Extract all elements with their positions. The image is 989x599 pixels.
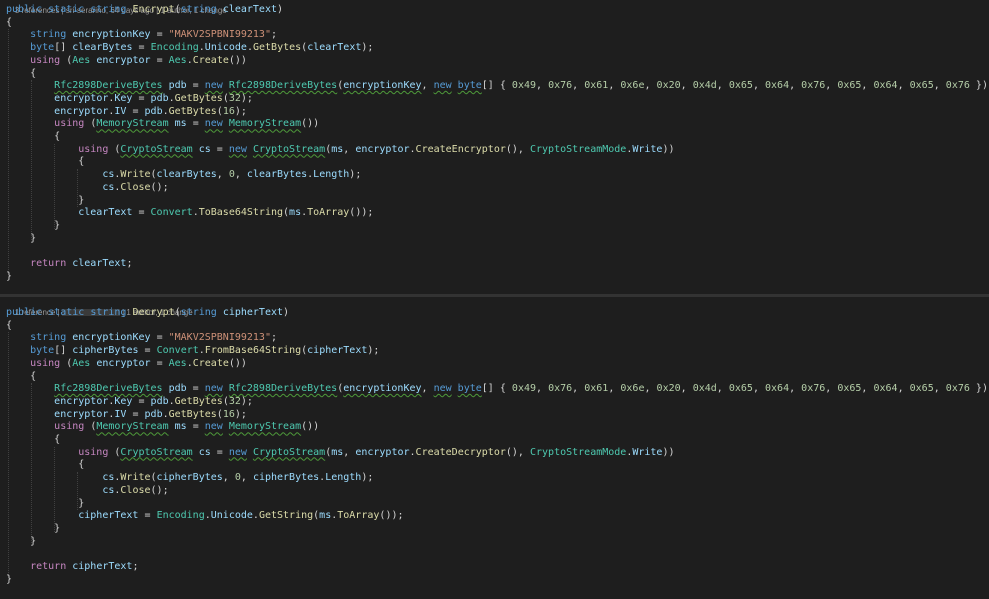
code-line[interactable]: cs.Write(clearBytes, 0, clearBytes.Lengt… (6, 169, 361, 182)
code-line[interactable]: } (6, 498, 84, 511)
code-line[interactable]: Rfc2898DeriveBytes pdb = new Rfc2898Deri… (6, 80, 989, 93)
code-line[interactable]: cs.Close(); (6, 485, 168, 498)
code-line[interactable]: using (Aes encryptor = Aes.Create()) (6, 358, 247, 371)
code-line[interactable]: cs.Write(cipherBytes, 0, cipherBytes.Len… (6, 472, 373, 485)
code-line[interactable]: encryptor.Key = pdb.GetBytes(32); (6, 396, 253, 409)
code-line[interactable]: { (6, 459, 84, 472)
code-line[interactable]: string encryptionKey = "MAKV2SPBNI99213"… (6, 29, 277, 42)
code-line[interactable]: } (6, 523, 60, 536)
code-line[interactable]: public static string Decrypt(string ciph… (6, 307, 289, 320)
code-line[interactable]: { (6, 434, 60, 447)
code-line[interactable]: } (6, 220, 60, 233)
code-line[interactable]: using (CryptoStream cs = new CryptoStrea… (6, 447, 674, 460)
code-line[interactable]: } (6, 574, 12, 587)
code-line[interactable]: cs.Close(); (6, 182, 168, 195)
code-line[interactable]: } (6, 233, 36, 246)
code-line[interactable]: } (6, 195, 84, 208)
code-line[interactable]: { (6, 320, 12, 333)
code-line[interactable]: using (Aes encryptor = Aes.Create()) (6, 55, 247, 68)
code-line[interactable]: encryptor.Key = pdb.GetBytes(32); (6, 93, 253, 106)
code-line[interactable]: using (CryptoStream cs = new CryptoStrea… (6, 144, 674, 157)
code-line[interactable]: cipherText = Encoding.Unicode.GetString(… (6, 510, 403, 523)
code-line[interactable]: { (6, 131, 60, 144)
code-line[interactable]: } (6, 536, 36, 549)
code-line[interactable]: { (6, 371, 36, 384)
code-line[interactable]: Rfc2898DeriveBytes pdb = new Rfc2898Deri… (6, 383, 989, 396)
code-line[interactable]: byte[] clearBytes = Encoding.Unicode.Get… (6, 42, 373, 55)
code-line[interactable]: using (MemoryStream ms = new MemoryStrea… (6, 421, 319, 434)
code-editor[interactable]: 3 references | sri-serarino, 64 days ago… (0, 0, 989, 599)
code-line[interactable]: public static string Encrypt(string clea… (6, 4, 283, 17)
code-line[interactable]: using (MemoryStream ms = new MemoryStrea… (6, 118, 319, 131)
code-line[interactable]: { (6, 68, 36, 81)
editor-separator (0, 294, 989, 297)
code-line[interactable]: byte[] cipherBytes = Convert.FromBase64S… (6, 345, 379, 358)
code-line[interactable]: { (6, 17, 12, 30)
code-line[interactable]: encryptor.IV = pdb.GetBytes(16); (6, 409, 247, 422)
code-line[interactable]: clearText = Convert.ToBase64String(ms.To… (6, 207, 373, 220)
code-line[interactable]: encryptor.IV = pdb.GetBytes(16); (6, 106, 247, 119)
code-line[interactable]: } (6, 271, 12, 284)
code-line[interactable]: { (6, 156, 84, 169)
code-line[interactable]: return clearText; (6, 258, 132, 271)
code-line[interactable]: string encryptionKey = "MAKV2SPBNI99213"… (6, 332, 277, 345)
code-line[interactable]: return cipherText; (6, 561, 138, 574)
